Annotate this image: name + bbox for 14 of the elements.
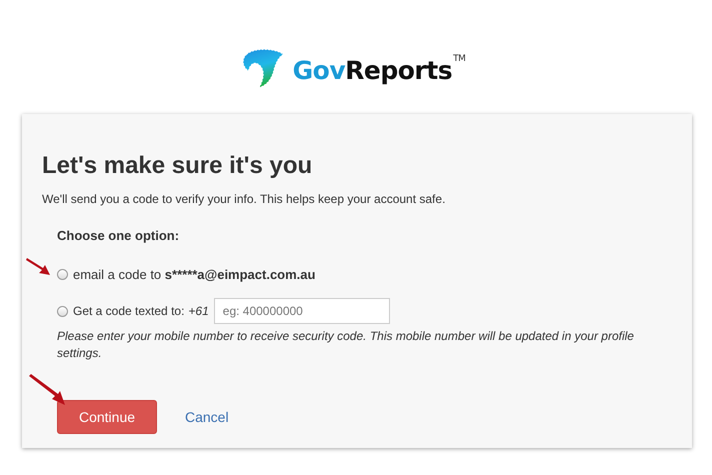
radio-button[interactable] — [57, 269, 68, 280]
radio-button[interactable] — [57, 306, 68, 316]
options-label: Choose one option: — [57, 228, 180, 243]
page-title: Let's make sure it's you — [42, 152, 314, 180]
continue-button[interactable]: Continue — [57, 400, 157, 434]
logo-wordmark: GovReports$^{TM}$ — [292, 52, 466, 87]
help-text: Please enter your mobile number to receive security code. This mobile number will be updated in your profile settings. — [57, 328, 635, 362]
subtitle: We'll send you a code to verify your info. This helps keep your account safe. — [42, 192, 446, 206]
cancel-link[interactable]: Cancel — [185, 409, 229, 425]
country-code: +61 — [188, 304, 209, 318]
option-label[interactable]: Get a code texted to: — [73, 304, 184, 318]
option-label[interactable]: email a code to s*****a@eimpact.com.au — [73, 267, 316, 282]
arrow-icon — [27, 374, 67, 408]
phone-field[interactable]: eg: 400000000 — [214, 298, 390, 324]
